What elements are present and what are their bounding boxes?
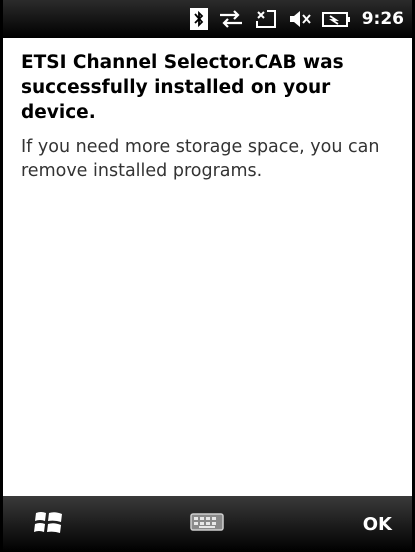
start-button[interactable] <box>17 504 81 544</box>
ok-button[interactable]: OK <box>332 514 398 535</box>
message-icon[interactable] <box>254 7 278 31</box>
input-panel-button[interactable] <box>81 511 332 537</box>
speaker-icon[interactable] <box>288 7 312 31</box>
connectivity-icon[interactable] <box>218 7 244 31</box>
clock-time[interactable]: 9:26 <box>362 9 404 29</box>
softkey-bar: OK <box>3 496 412 552</box>
dialog-message: If you need more storage space, you can … <box>21 137 380 181</box>
keyboard-icon <box>189 511 224 537</box>
windows-start-icon <box>32 508 66 540</box>
status-bar: 9:26 <box>3 0 412 38</box>
bluetooth-icon[interactable] <box>189 7 208 31</box>
install-complete-dialog: ETSI Channel Selector.CAB was successful… <box>21 50 399 183</box>
battery-icon[interactable] <box>321 7 352 31</box>
dialog-title: ETSI Channel Selector.CAB was successful… <box>21 52 344 123</box>
device-screen: 9:26 ETSI Channel Selector.CAB was succe… <box>0 0 415 552</box>
